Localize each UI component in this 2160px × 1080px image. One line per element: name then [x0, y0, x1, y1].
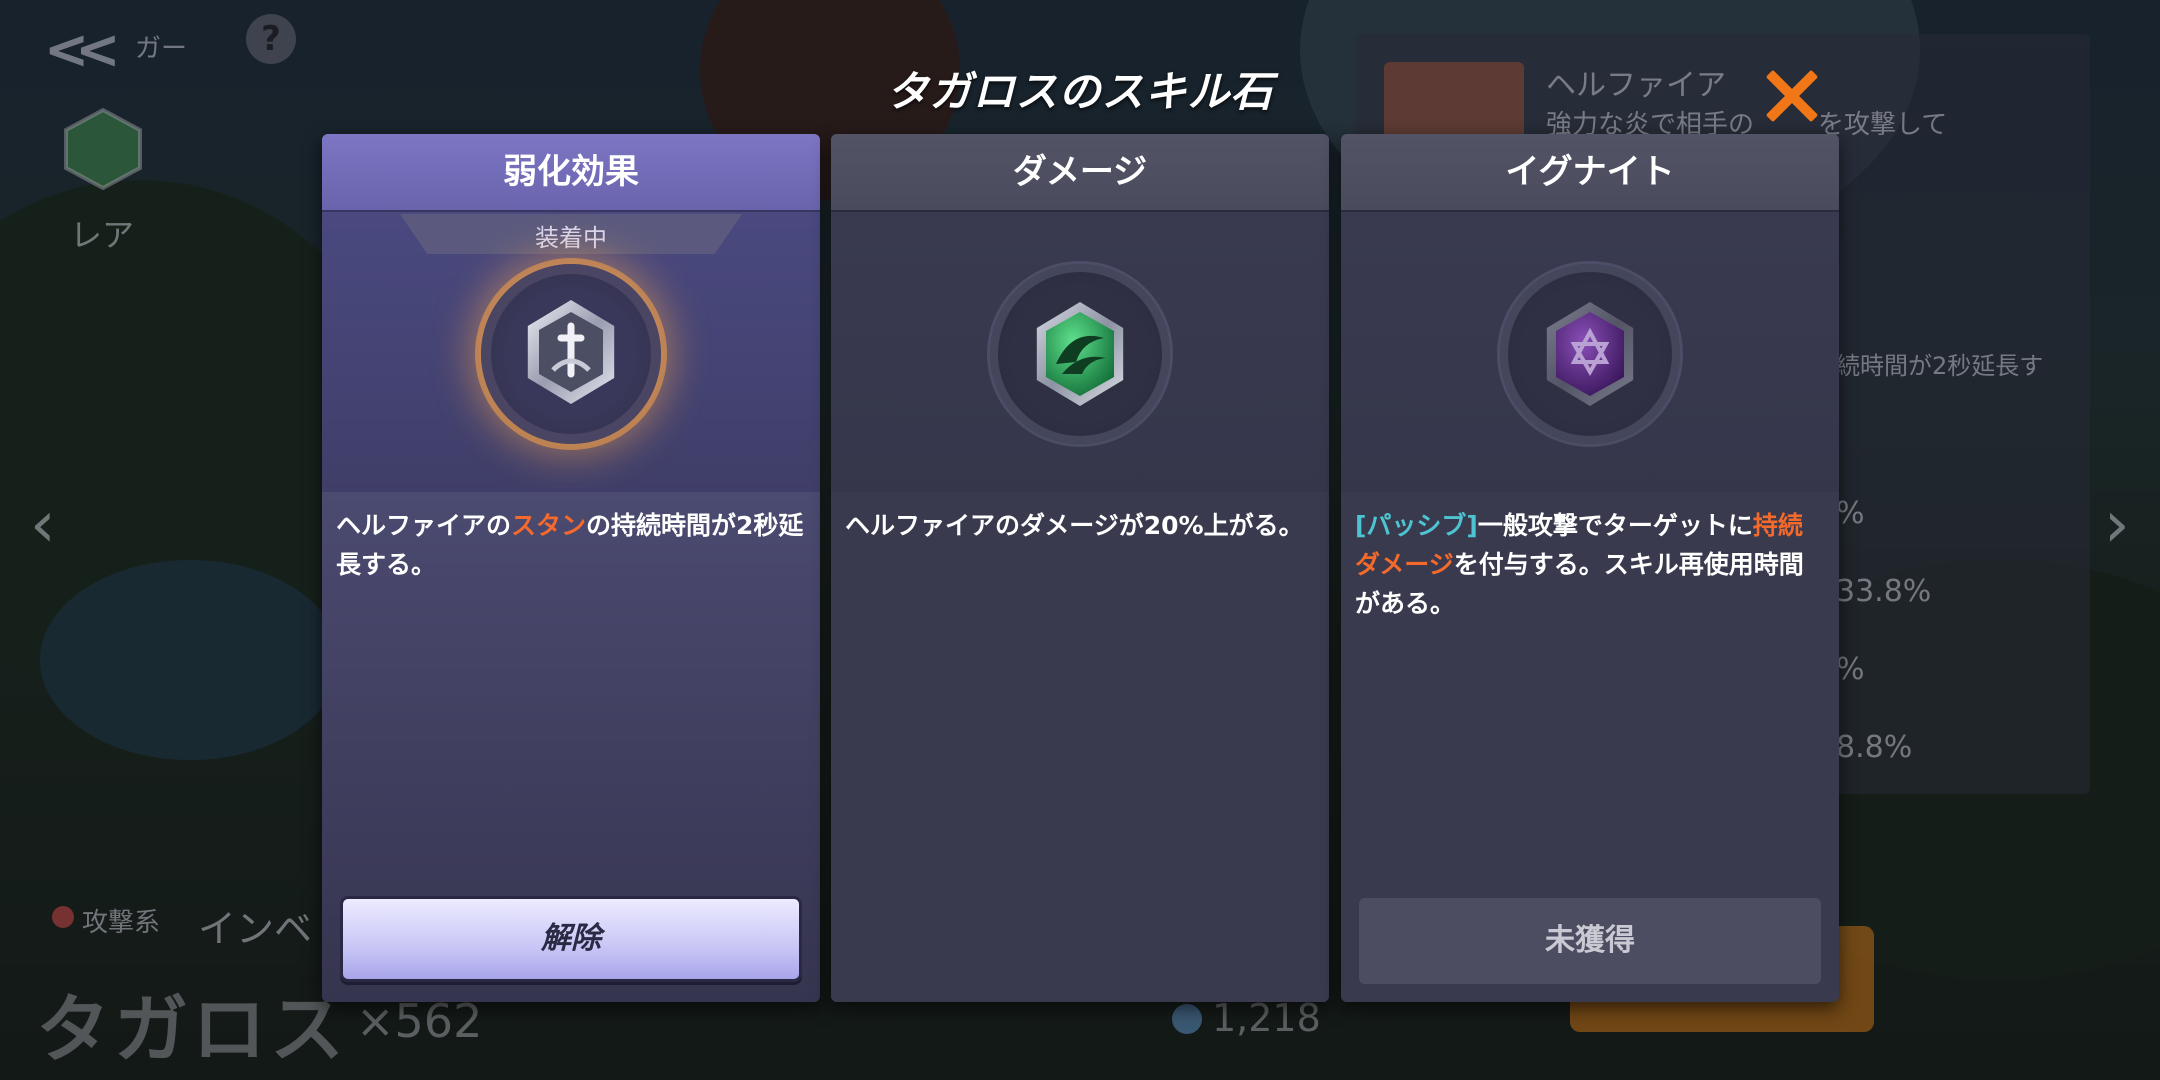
- gem-slot: [481, 264, 661, 444]
- stat-value: %: [1836, 496, 1865, 531]
- inventory-label: インベ: [198, 907, 313, 951]
- skill-stone-card-damage[interactable]: ダメージ ヘルファイアのダメージが20%上がる。: [831, 134, 1329, 1002]
- divider: [831, 210, 1329, 212]
- skill-stone-card-ignite[interactable]: イグナイト [パッシブ]一般攻撃でターゲットに持続ダメージを付与する。スキル再使…: [1341, 134, 1839, 1002]
- help-icon: ?: [246, 14, 296, 64]
- skill-stone-card-weaken[interactable]: 弱化効果 装着中 ヘルファイアのスタンの持続時間が2秒延長する。 解除: [322, 134, 820, 1002]
- dagger-gem-icon: [527, 300, 615, 404]
- hero-name: タガロス: [36, 987, 348, 1073]
- gem-slot: [1500, 264, 1680, 444]
- rarity-label: レア: [70, 216, 135, 254]
- hero-count: ×562: [356, 994, 483, 1048]
- skill-description: ヘルファイアのスタンの持続時間が2秒延長する。: [336, 511, 804, 579]
- equipped-badge: 装着中: [400, 214, 742, 254]
- description-panel: ヘルファイアのスタンの持続時間が2秒延長する。 解除: [322, 492, 820, 1002]
- next-arrow-icon: ›: [2104, 488, 2130, 562]
- category-label: 攻撃系: [82, 908, 161, 938]
- rarity-gem-icon: [62, 107, 144, 191]
- keyword-passive: [パッシブ]: [1355, 511, 1478, 540]
- release-button[interactable]: 解除: [340, 896, 802, 982]
- divider: [1341, 210, 1839, 212]
- skill-effect-line: 続時間が2秒延長す: [1836, 352, 2044, 380]
- category-icon: [52, 906, 74, 928]
- stat-value: %: [1836, 652, 1865, 687]
- stat-value: 33.8%: [1836, 574, 1932, 609]
- skill-description: ヘルファイアのダメージが20%上がる。: [845, 511, 1304, 540]
- divider: [322, 210, 820, 212]
- close-icon[interactable]: [1760, 66, 1820, 126]
- dialog-title: タガロスのスキル石: [886, 67, 1274, 116]
- description-panel: ヘルファイアのダメージが20%上がる。: [831, 492, 1329, 1002]
- coin-value: 1,218: [1212, 996, 1321, 1040]
- skill-description: [パッシブ]一般攻撃でターゲットに持続ダメージを付与する。スキル再使用時間がある…: [1355, 511, 1804, 618]
- gem-slot: [990, 264, 1170, 444]
- hexagram-gem-icon: [1546, 302, 1634, 406]
- card-title: 弱化効果: [322, 134, 820, 210]
- card-title: ダメージ: [831, 134, 1329, 210]
- claw-gem-icon: [1036, 302, 1124, 406]
- stat-value: 8.8%: [1836, 730, 1913, 765]
- not-acquired-button[interactable]: 未獲得: [1359, 898, 1821, 984]
- description-panel: [パッシブ]一般攻撃でターゲットに持続ダメージを付与する。スキル再使用時間がある…: [1341, 492, 1839, 1002]
- coin-icon: [1172, 1004, 1202, 1034]
- keyword-stun: スタン: [511, 511, 587, 540]
- prev-arrow-icon: ‹: [30, 488, 56, 562]
- card-title: イグナイト: [1341, 134, 1839, 210]
